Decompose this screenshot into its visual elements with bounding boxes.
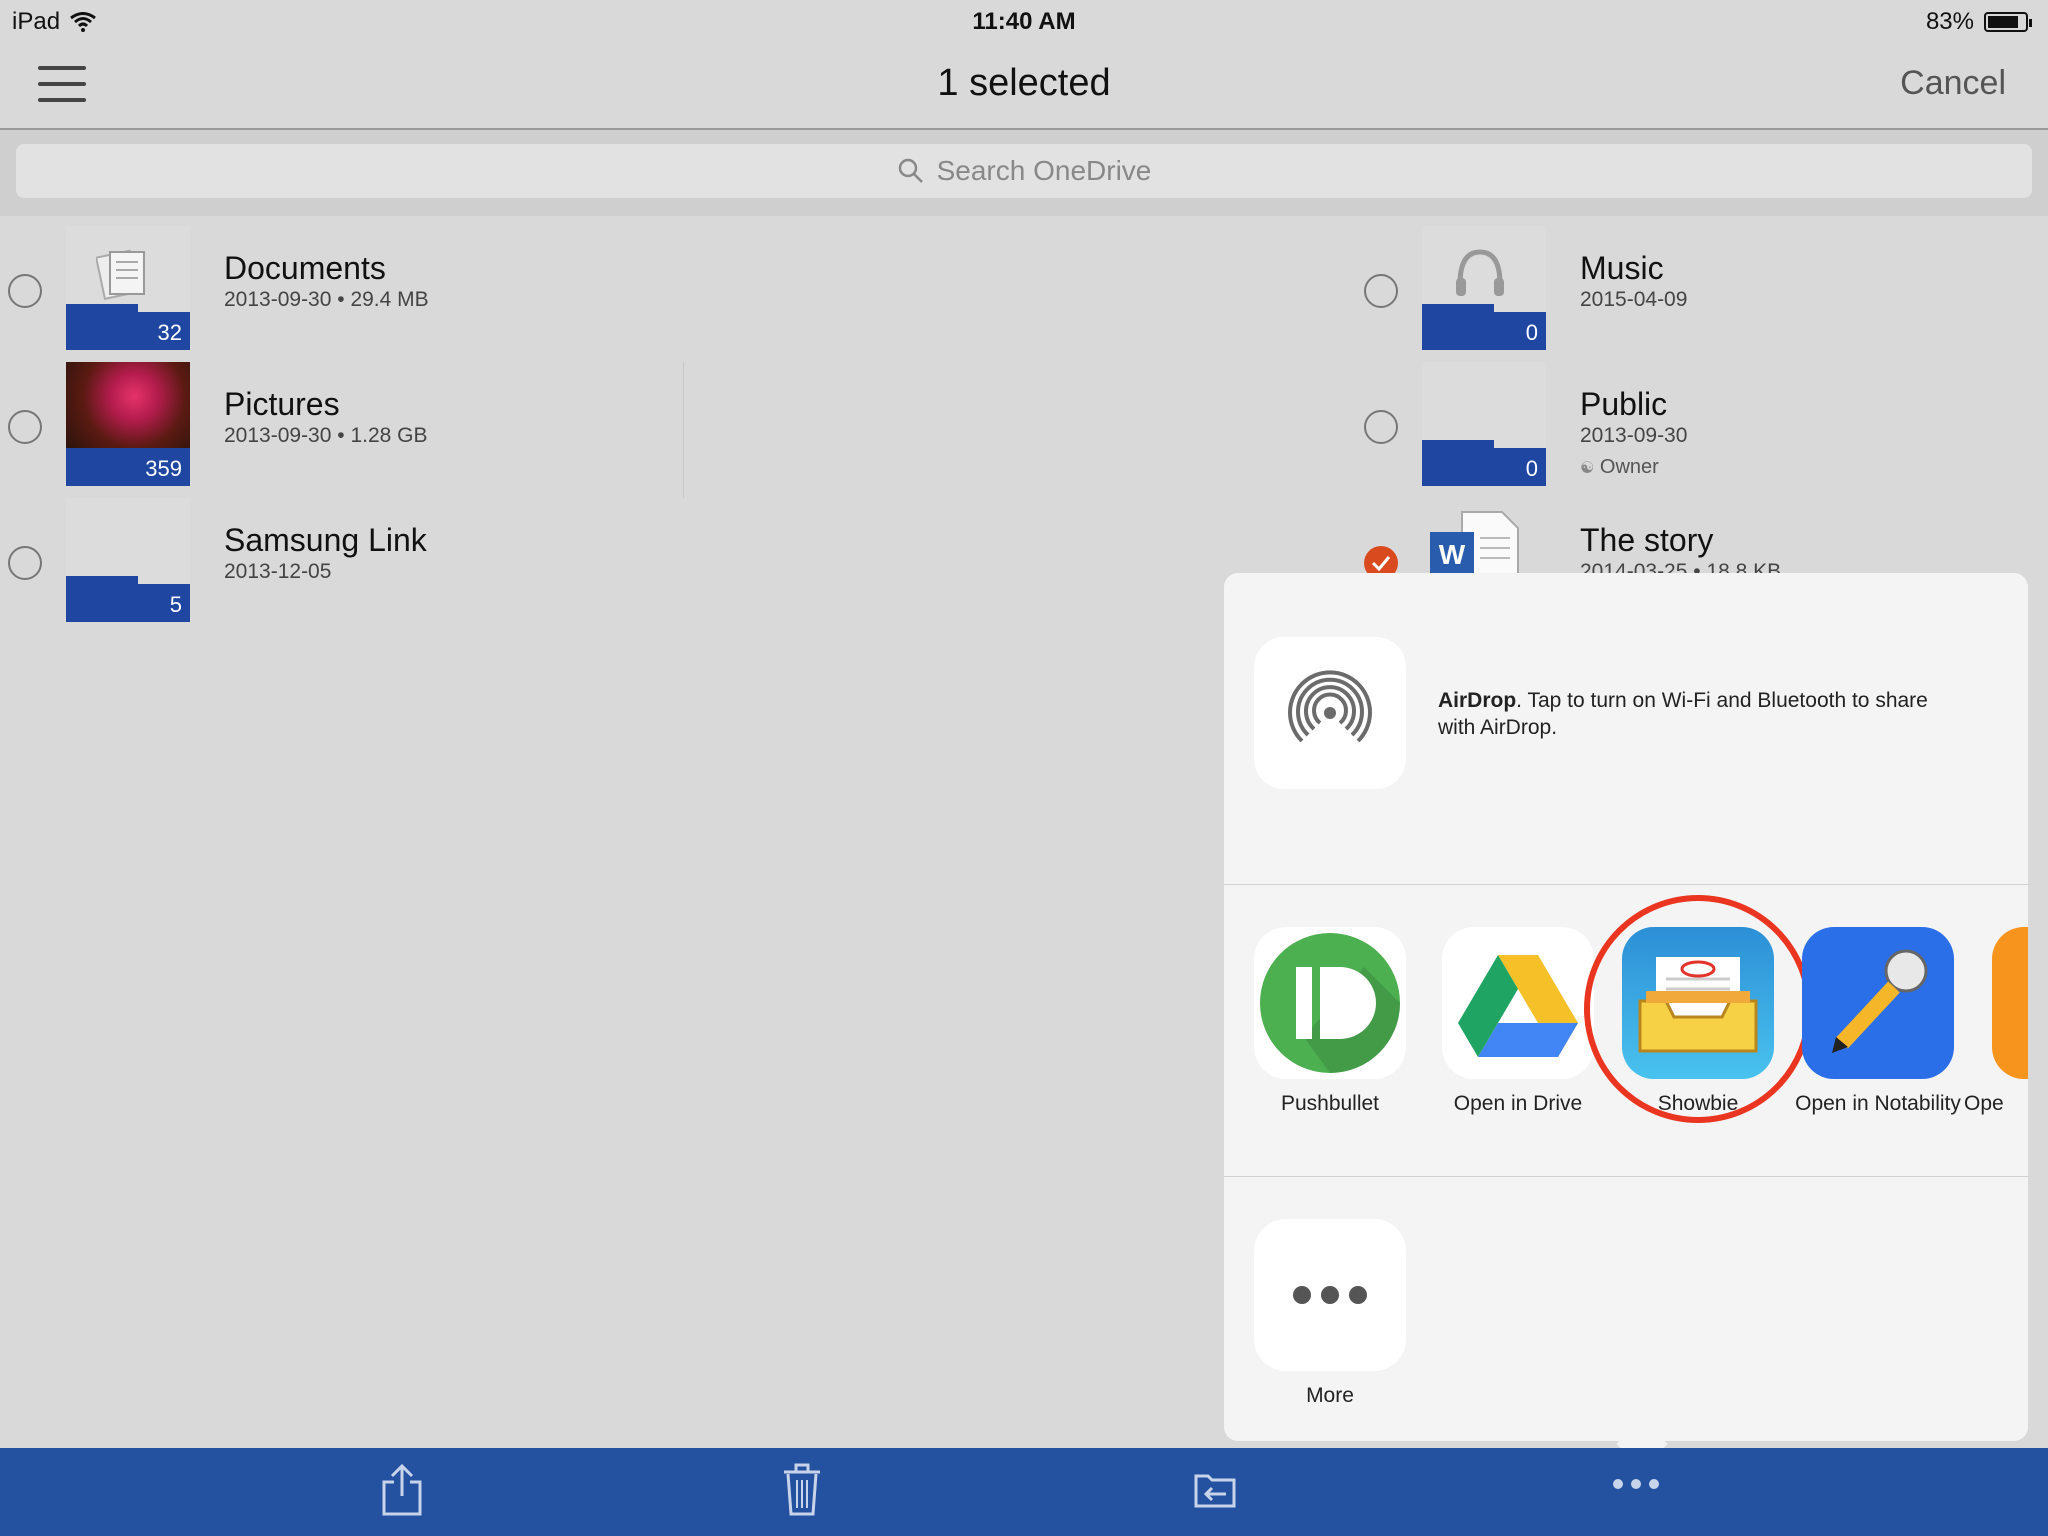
- item-count: 359: [145, 456, 182, 481]
- item-meta: 2013-12-05: [224, 560, 332, 583]
- search-icon: [898, 158, 923, 183]
- status-time: 11:40 AM: [972, 8, 1076, 35]
- svg-text:W: W: [1439, 539, 1466, 570]
- share-icon[interactable]: [380, 1462, 424, 1518]
- item-count: 0: [1525, 320, 1538, 345]
- folder-thumbnail: 0: [1422, 226, 1546, 350]
- status-bar: iPad 11:40 AM 83%: [0, 0, 2048, 40]
- share-sheet: AirDrop. Tap to turn on Wi-Fi and Blueto…: [1224, 573, 2028, 1441]
- file-thumbnail: W: [1422, 498, 1546, 576]
- selected-check-icon[interactable]: [1364, 546, 1398, 576]
- notability-icon: [1802, 927, 1954, 1079]
- item-meta: 2013-09-30: [1580, 424, 1688, 447]
- status-right: 83%: [1925, 8, 2032, 36]
- item-meta: 2013-09-30 • 1.28 GB: [224, 424, 428, 447]
- search-input[interactable]: Search OneDrive: [16, 144, 2032, 198]
- item-count: 5: [169, 592, 182, 617]
- app-label: Pushbullet: [1280, 1092, 1380, 1115]
- word-document-icon: W: [1430, 511, 1519, 576]
- item-name: Public: [1580, 386, 1668, 422]
- battery-percent: 83%: [1925, 8, 1974, 35]
- owner-label: ☯ Owner: [1580, 456, 1659, 479]
- documents-icon: [96, 249, 145, 301]
- list-item-pictures[interactable]: 359 Pictures 2013-09-30 • 1.28 GB: [8, 362, 708, 486]
- app-partial[interactable]: Ope: [1964, 927, 2028, 1117]
- folder-thumbnail: 5: [66, 498, 190, 622]
- sheet-separator: [1224, 884, 2028, 885]
- app-label: Ope: [1964, 1092, 2004, 1115]
- highlight-circle: [1584, 895, 1812, 1123]
- list-item-documents[interactable]: 32 Documents 2013-09-30 • 29.4 MB: [8, 226, 708, 350]
- select-radio[interactable]: [8, 274, 42, 308]
- more-button[interactable]: More: [1240, 1219, 1420, 1409]
- pushbullet-icon: [1254, 927, 1406, 1079]
- people-icon: ☯: [1580, 460, 1595, 477]
- owner-text: Owner: [1599, 456, 1659, 478]
- select-radio[interactable]: [1364, 274, 1398, 308]
- list-item-music[interactable]: 0 Music 2015-04-09: [1364, 226, 2014, 350]
- google-drive-icon: [1442, 927, 1594, 1079]
- item-name: Pictures: [224, 386, 340, 422]
- search-placeholder: Search OneDrive: [936, 155, 1152, 186]
- item-name: Music: [1580, 250, 1664, 286]
- more-dots-icon: [1254, 1219, 1406, 1371]
- airdrop-title: AirDrop: [1438, 689, 1517, 712]
- list-item-public[interactable]: 0 Public 2013-09-30 ☯ Owner: [1364, 362, 2014, 486]
- more-actions-icon[interactable]: [1612, 1478, 1660, 1490]
- sheet-separator: [1224, 1176, 2028, 1177]
- cancel-button[interactable]: Cancel: [1900, 64, 2006, 103]
- airdrop-icon: [1288, 670, 1372, 749]
- airdrop-button[interactable]: [1254, 637, 1406, 789]
- folder-thumbnail: 359: [66, 362, 190, 486]
- search-bar: Search OneDrive: [0, 130, 2048, 216]
- item-name: The story: [1580, 522, 1714, 558]
- partial-app-icon: [1992, 927, 2028, 1079]
- app-open-in-notability[interactable]: Open in Notability: [1788, 927, 1968, 1117]
- app-label: Open in Drive: [1453, 1092, 1583, 1115]
- folder-thumbnail: 0: [1422, 362, 1546, 486]
- select-radio[interactable]: [8, 410, 42, 444]
- folder-thumbnail: 32: [66, 226, 190, 350]
- item-name: Documents: [224, 250, 386, 286]
- move-to-folder-icon[interactable]: [1194, 1470, 1236, 1510]
- headphones-icon: [1456, 249, 1504, 296]
- navigation-bar: 1 selected Cancel: [0, 40, 2048, 130]
- app-label: Open in Notability: [1795, 1092, 1961, 1115]
- app-label: More: [1306, 1384, 1354, 1407]
- column-divider: [683, 362, 684, 498]
- list-item-the-story[interactable]: W The story 2014-03-25 • 18.8 KB: [1364, 498, 2014, 576]
- item-name: Samsung Link: [224, 522, 427, 558]
- select-radio[interactable]: [8, 546, 42, 580]
- item-count: 32: [157, 320, 182, 345]
- item-meta: 2015-04-09: [1580, 288, 1688, 311]
- airdrop-description: AirDrop. Tap to turn on Wi-Fi and Blueto…: [1438, 687, 1938, 741]
- select-radio[interactable]: [1364, 410, 1398, 444]
- item-count: 0: [1525, 456, 1538, 481]
- photo-thumbnail: [66, 362, 190, 448]
- list-item-samsung-link[interactable]: 5 Samsung Link 2013-12-05: [8, 498, 708, 622]
- app-pushbullet[interactable]: Pushbullet: [1240, 927, 1420, 1117]
- app-open-in-drive[interactable]: Open in Drive: [1428, 927, 1608, 1117]
- battery-icon: [1984, 12, 2032, 32]
- trash-icon[interactable]: [782, 1462, 822, 1518]
- bottom-toolbar: [0, 1448, 2048, 1536]
- page-title: 1 selected: [937, 62, 1111, 104]
- item-meta: 2013-09-30 • 29.4 MB: [224, 288, 429, 311]
